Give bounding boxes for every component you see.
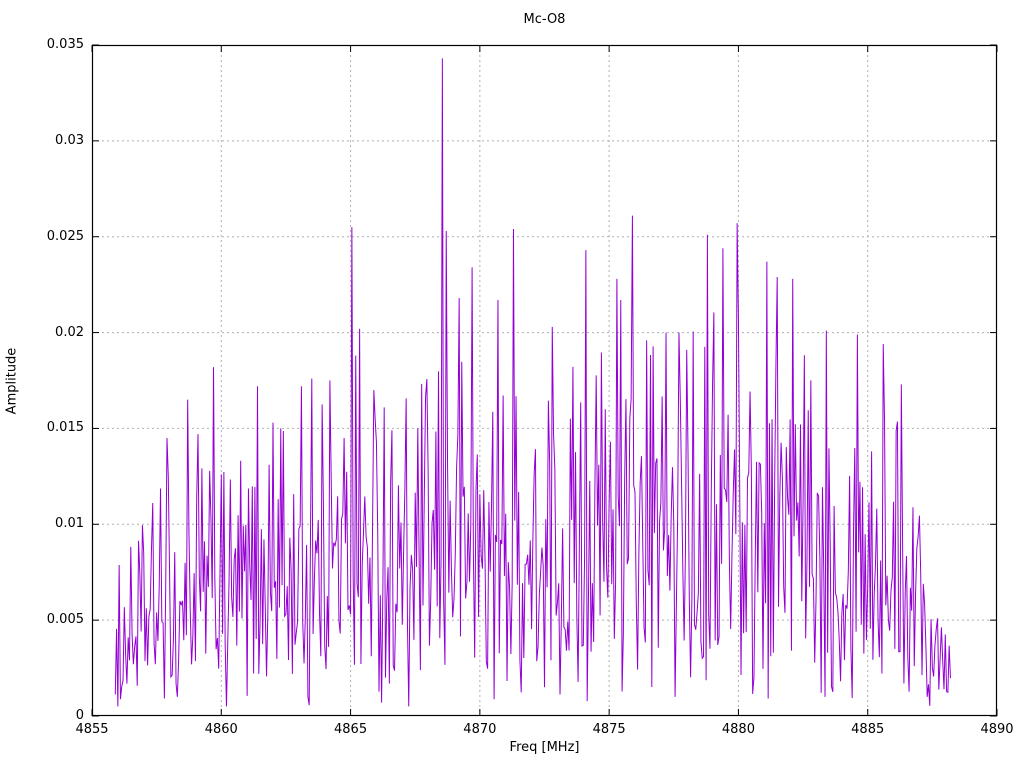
gnuplot-chart-window: Mc-O8 Amplitude Freq [MHz] 4855 4860 4865 4… [0,0,1024,768]
x-tick-label: 4870 [463,722,497,737]
x-tick-label: 4860 [204,722,238,737]
y-tick-label: 0.005 [46,612,84,628]
x-tick-label: 4885 [851,722,885,737]
plot-area [91,44,998,717]
x-tick-label: 4855 [75,722,109,737]
y-tick-label: 0.035 [46,37,84,52]
x-tick-label: 4880 [721,722,755,737]
y-tick-label: 0.03 [55,132,84,148]
y-tick-label: 0.01 [55,516,84,532]
x-tick-label: 4875 [592,722,626,737]
y-tick-label: 0.015 [46,420,84,436]
series-line-mc-o8 [114,58,951,707]
y-tick-label: 0 [75,708,84,723]
x-tick-label: 4865 [334,722,368,737]
x-tick-label: 4890 [980,722,1014,737]
y-tick-label: 0.02 [55,324,84,340]
y-tick-label: 0.025 [46,228,84,244]
